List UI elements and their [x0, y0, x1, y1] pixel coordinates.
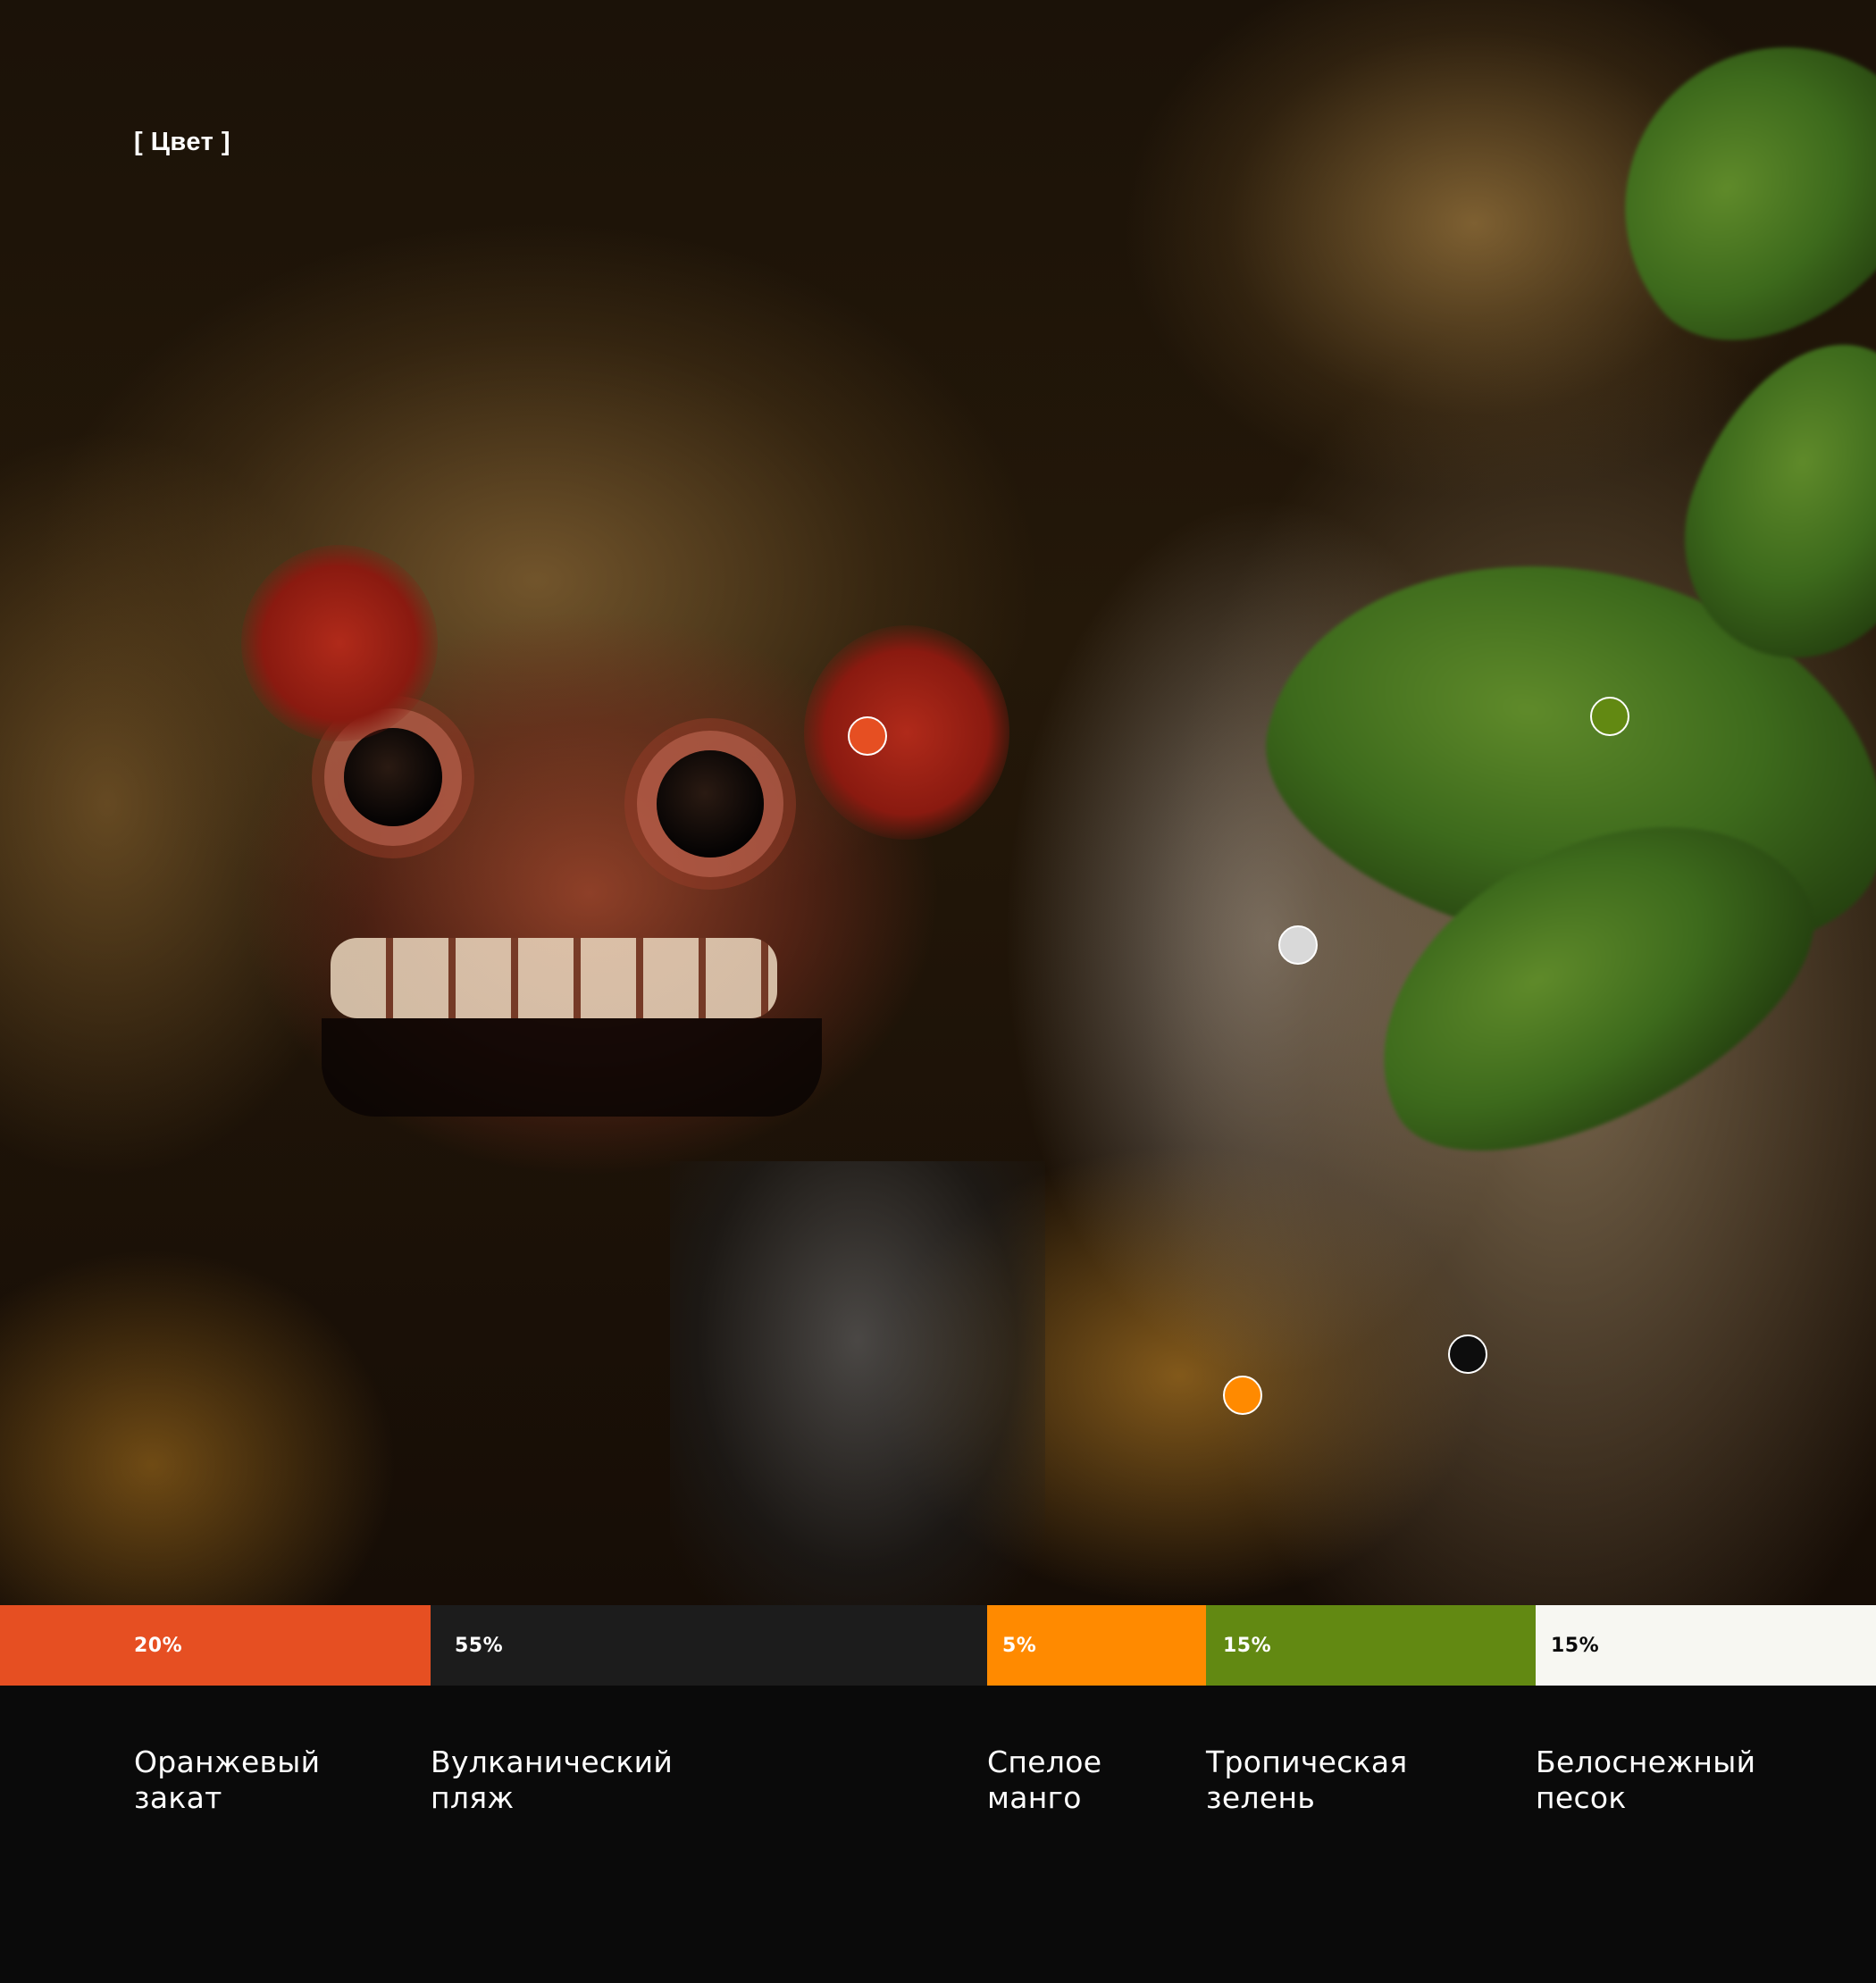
palette-segment-white: 15%: [1536, 1605, 1876, 1686]
mask-mouth: [322, 1018, 822, 1117]
mask-right-eye: [657, 750, 764, 858]
palette-percent: 15%: [1551, 1634, 1600, 1657]
orange-sample-marker: [848, 716, 887, 756]
palette-segment-dark: 55%: [431, 1605, 987, 1686]
palette-percent: 20%: [134, 1634, 183, 1657]
color-name-green: Тропическая зелень: [1206, 1745, 1408, 1815]
mask-teeth: [331, 938, 777, 1018]
palette-names: Оранжевый закат Вулканический пляж Спело…: [0, 1745, 1876, 1852]
palette-segment-orange: 20%: [0, 1605, 431, 1686]
palette-percent: 15%: [1223, 1634, 1272, 1657]
palette-bar: 20% 55% 5% 15% 15%: [0, 1605, 1876, 1686]
left-flower: [241, 545, 438, 741]
color-name-dark: Вулканический пляж: [431, 1745, 674, 1815]
color-name-mango: Спелое манго: [987, 1745, 1102, 1815]
color-name-white: Белоснежный песок: [1536, 1745, 1756, 1815]
color-palette-page: [ Цвет ] 20% 55% 5% 15% 15% Оранжевый за…: [0, 0, 1876, 1983]
mango-sample-marker: [1223, 1376, 1262, 1415]
palette-percent: 55%: [455, 1634, 504, 1657]
right-flower: [804, 625, 1009, 840]
section-label: [ Цвет ]: [134, 128, 231, 156]
leaf-top: [1559, 0, 1876, 394]
black-sample-marker: [1448, 1335, 1487, 1374]
palette-segment-green: 15%: [1206, 1605, 1536, 1686]
mask-left-eye: [344, 728, 442, 826]
green-sample-marker: [1590, 697, 1629, 736]
color-name-orange: Оранжевый закат: [134, 1745, 321, 1815]
barong-mask-photo: [ Цвет ]: [0, 0, 1876, 1605]
white-sample-marker: [1278, 925, 1318, 965]
black-white-cloth: [670, 1161, 1045, 1605]
palette-percent: 5%: [1002, 1634, 1037, 1657]
palette-segment-mango: 5%: [987, 1605, 1206, 1686]
